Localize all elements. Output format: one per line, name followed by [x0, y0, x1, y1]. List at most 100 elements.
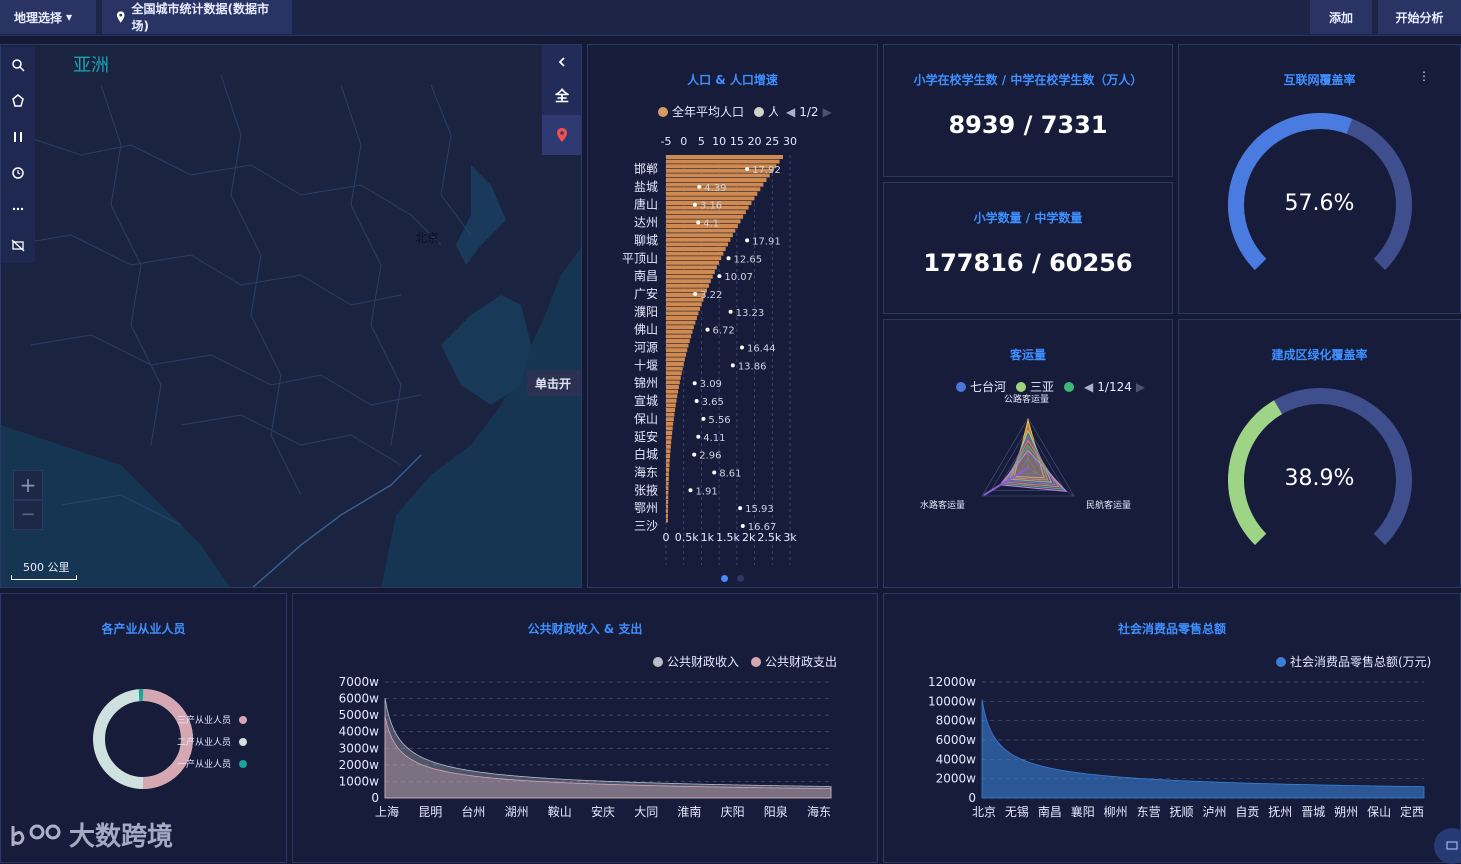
growth-label: 16.44 — [747, 344, 776, 355]
population-bar — [666, 307, 700, 311]
x-axis-tick: 北京 — [972, 805, 996, 819]
population-bar — [666, 367, 683, 371]
more-tool-button[interactable] — [1, 191, 35, 227]
growth-label: 10.07 — [724, 272, 753, 283]
pager-dot[interactable] — [737, 575, 744, 582]
green-value: 38.9% — [1179, 466, 1460, 491]
population-chart[interactable]: -505101520253000.5k1k1.5k2k2.5k3k邯郸17.92… — [588, 125, 879, 585]
population-bar — [666, 385, 679, 389]
search-tool-button[interactable] — [1, 47, 35, 83]
population-bar — [666, 339, 690, 343]
more-vertical-icon[interactable]: ⋮ — [1418, 69, 1430, 83]
population-bar — [666, 270, 715, 274]
locate-button[interactable] — [542, 115, 582, 155]
legend-marker — [239, 716, 247, 724]
population-bar — [666, 284, 709, 288]
growth-label: 6.72 — [713, 326, 735, 337]
pause-tool-button[interactable] — [1, 119, 35, 155]
population-bar — [666, 390, 678, 394]
growth-point — [697, 185, 701, 189]
dataset-selector[interactable]: 全国城市统计数据(数据市场) — [102, 0, 292, 34]
x-axis-tick: 柳州 — [1104, 805, 1128, 819]
legend-avg-population[interactable]: 全年平均人口 — [672, 103, 744, 120]
bottom-axis-tick: 3k — [783, 531, 797, 544]
legend-tertiary[interactable]: 三产从业人员 — [177, 713, 247, 726]
draw-polygon-tool-button[interactable] — [1, 83, 35, 119]
y-axis-tick: 0 — [371, 791, 379, 805]
finance-panel: 公共财政收入 & 支出 公共财政收入 公共财政支出 7000w6000w5000… — [292, 593, 878, 863]
students-value: 8939 / 7331 — [884, 111, 1172, 139]
growth-point — [688, 488, 692, 492]
growth-point — [745, 238, 749, 242]
growth-point — [729, 310, 733, 314]
green-title: 建成区绿化覆盖率 — [1179, 346, 1460, 363]
population-bar — [666, 500, 668, 504]
map-panel[interactable]: 亚洲 北京 全 单击开 + − 500 公里 — [0, 44, 582, 588]
x-axis-tick: 朔州 — [1334, 804, 1358, 819]
population-bar — [666, 247, 726, 251]
legend-label: 三产从业人员 — [177, 713, 231, 726]
legend-marker — [754, 107, 764, 117]
population-bar — [666, 518, 668, 522]
population-bar — [666, 238, 730, 242]
retail-chart[interactable]: 12000w10000w8000w6000w4000w2000w0北京无锡南昌襄… — [884, 664, 1461, 864]
retail-panel: 社会消费品零售总额 社会消费品零售总额(万元) 12000w10000w8000… — [883, 593, 1461, 863]
legend-growth[interactable]: 人 — [768, 103, 778, 120]
watermark-logo-icon — [9, 820, 63, 850]
population-bar — [666, 380, 680, 384]
pager-dot-active[interactable] — [721, 575, 728, 582]
prev-page-icon[interactable]: ◀ — [786, 105, 795, 119]
category-label: 河源 — [634, 341, 658, 355]
category-label: 广安 — [634, 286, 658, 301]
population-bar — [666, 256, 721, 260]
population-bar — [666, 298, 703, 302]
population-bar — [666, 495, 668, 499]
y-axis-tick: 3000w — [339, 741, 380, 755]
x-axis-tick: 无锡 — [1005, 804, 1029, 819]
full-extent-button[interactable]: 全 — [542, 79, 582, 113]
x-axis-tick: 保山 — [1367, 805, 1391, 819]
add-button[interactable]: 添加 — [1310, 0, 1372, 34]
growth-label: 3.16 — [700, 201, 722, 212]
finance-title: 公共财政收入 & 支出 — [293, 620, 877, 637]
population-bar — [666, 252, 723, 256]
y-axis-tick: 10000w — [928, 694, 976, 708]
x-axis-tick: 安庆 — [591, 804, 615, 819]
category-label: 聊城 — [634, 233, 658, 247]
zoom-out-button[interactable]: − — [13, 500, 43, 530]
geo-select-dropdown[interactable]: 地理选择 ▼ — [0, 0, 96, 34]
y-axis-tick: 4000w — [339, 725, 380, 739]
population-bar — [666, 330, 692, 334]
hide-layer-tool-button[interactable] — [1, 227, 35, 263]
start-analysis-button[interactable]: 开始分析 — [1378, 0, 1461, 34]
retail-title: 社会消费品零售总额 — [884, 620, 1460, 637]
population-bar — [666, 155, 783, 159]
timer-tool-button[interactable] — [1, 155, 35, 191]
growth-point — [706, 328, 710, 332]
dataset-label: 全国城市统计数据(数据市场) — [131, 0, 278, 34]
legend-label: 二产从业人员 — [177, 735, 231, 748]
map-canvas[interactable] — [1, 45, 582, 588]
legend-primary[interactable]: 一产从业人员 — [177, 757, 247, 770]
growth-point — [741, 524, 745, 528]
next-page-icon[interactable]: ▶ — [823, 105, 832, 119]
y-axis-tick: 6000w — [936, 733, 977, 747]
eye-off-icon — [11, 238, 25, 252]
zoom-in-button[interactable]: + — [13, 470, 43, 500]
category-label: 保山 — [634, 412, 658, 426]
x-axis-tick: 阳泉 — [764, 805, 788, 819]
employment-panel: 各产业从业人员 三产从业人员 二产从业人员 一产从业人员 大数跨境 — [0, 593, 287, 863]
legend-marker — [239, 738, 247, 746]
y-axis-tick: 8000w — [936, 714, 977, 728]
population-bar — [666, 426, 673, 430]
employment-title: 各产业从业人员 — [1, 620, 286, 637]
collapse-panel-button[interactable] — [542, 47, 582, 77]
population-bar — [666, 376, 681, 380]
passenger-radar-chart[interactable] — [884, 320, 1174, 589]
population-bar — [666, 477, 669, 481]
x-axis-tick: 鞍山 — [548, 804, 572, 819]
legend-secondary[interactable]: 二产从业人员 — [177, 735, 247, 748]
population-bar — [666, 265, 717, 269]
click-hint-tab[interactable]: 单击开 — [527, 370, 582, 396]
finance-chart[interactable]: 7000w6000w5000w4000w3000w2000w1000w0上海昆明… — [293, 664, 879, 864]
